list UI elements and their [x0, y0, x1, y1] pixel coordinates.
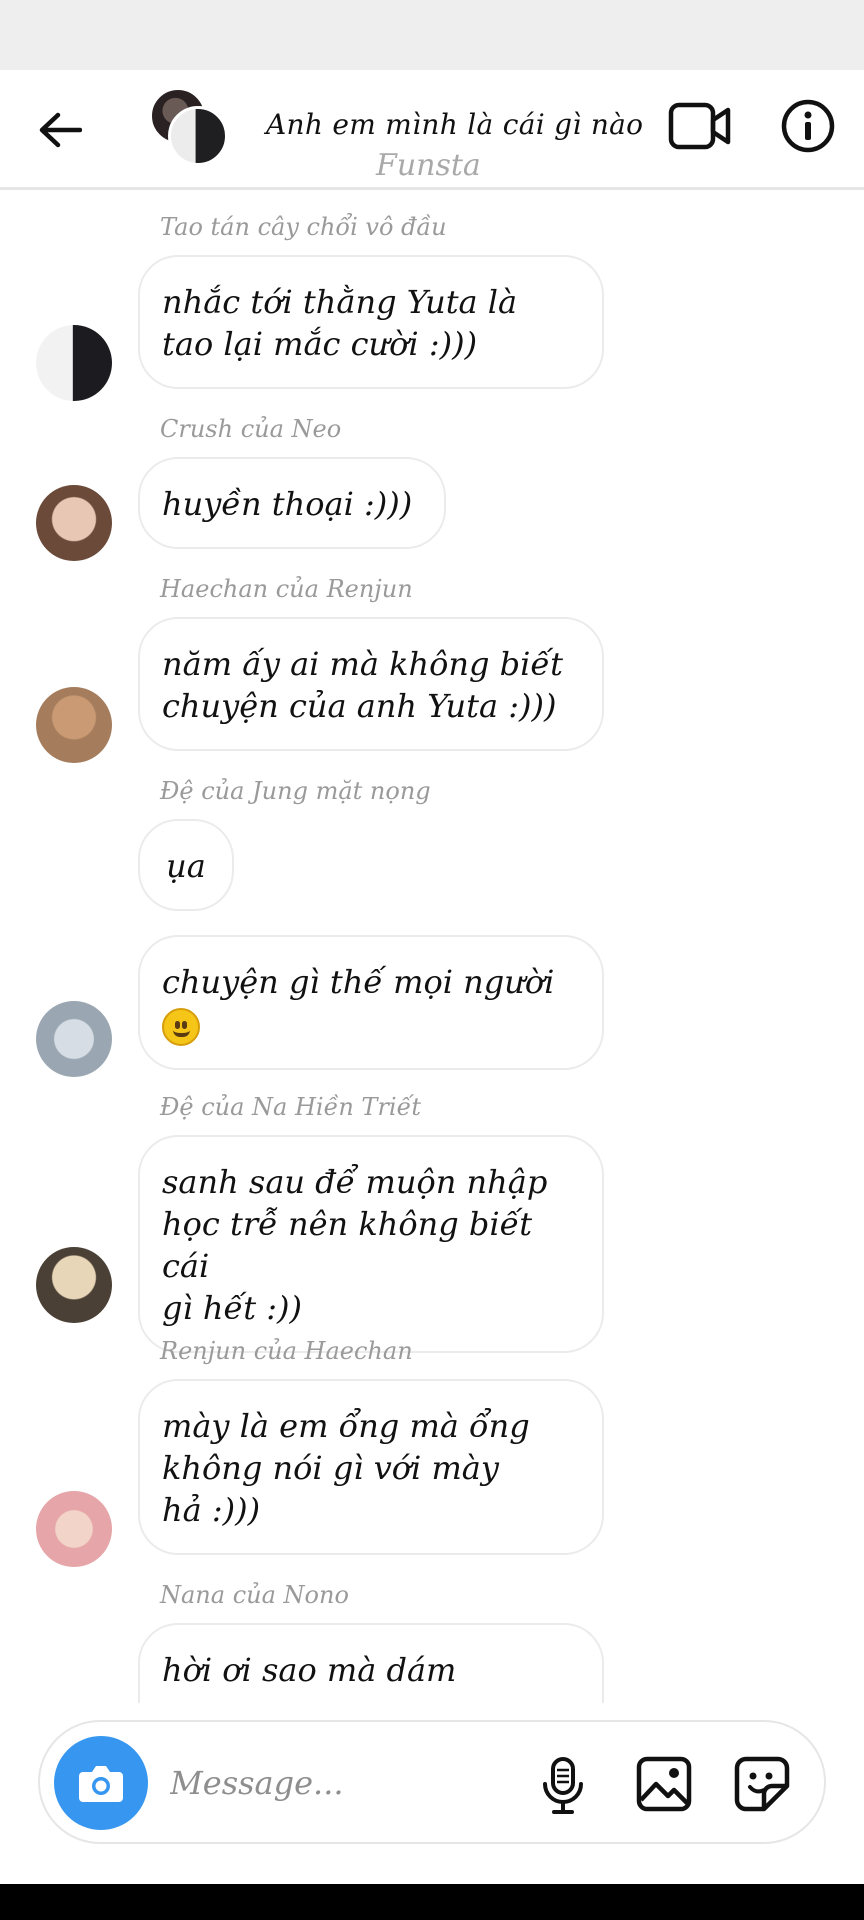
group-avatar[interactable] — [150, 88, 230, 168]
message-text: mày là em ổng mà ổng — [162, 1407, 530, 1445]
message-composer — [38, 1720, 826, 1844]
sender-avatar[interactable] — [36, 1247, 112, 1323]
group-subtitle: Funsta — [376, 148, 481, 183]
message-bubble[interactable]: sanh sau để muộn nhập học trễ nên không … — [138, 1135, 604, 1353]
image-icon — [636, 1756, 692, 1812]
message-text: huyền thoại :))) — [162, 485, 413, 523]
camera-button[interactable] — [54, 1736, 148, 1830]
message-thread[interactable]: Tao tán cây chổi vô đầu nhắc tới thằng Y… — [0, 193, 864, 1703]
message-bubble[interactable]: mày là em ổng mà ổng không nói gì với mà… — [138, 1379, 604, 1555]
video-call-button[interactable] — [668, 98, 732, 154]
message-sender: Nana của Nono — [160, 1581, 349, 1609]
message-text: không nói gì với mày — [162, 1449, 499, 1487]
info-icon — [781, 99, 835, 153]
system-navigation-bar — [0, 1884, 864, 1920]
message-sender: Haechan của Renjun — [160, 575, 413, 603]
message-sender: Đệ của Jung mặt nọng — [160, 777, 431, 805]
message-input[interactable] — [170, 1758, 470, 1808]
message-text: học trễ nên không biết cái — [162, 1205, 533, 1285]
message-text: ụa — [166, 847, 206, 885]
message-text: hả :))) — [162, 1491, 261, 1529]
sender-avatar[interactable] — [36, 325, 112, 401]
message-text: sanh sau để muộn nhập — [162, 1163, 548, 1201]
sender-avatar[interactable] — [36, 485, 112, 561]
message-text: gì hết :)) — [162, 1289, 302, 1327]
message-text: năm ấy ai mà không biết — [162, 645, 563, 683]
message-text: hời ơi sao mà dám — [162, 1651, 457, 1689]
sticker-button[interactable] — [734, 1756, 790, 1812]
status-bar — [0, 0, 864, 70]
gallery-button[interactable] — [636, 1756, 692, 1812]
message-sender: Renjun của Haechan — [160, 1337, 413, 1365]
message-sender: Đệ của Na Hiền Triết — [160, 1093, 421, 1121]
info-button[interactable] — [780, 98, 836, 154]
message-sender: Crush của Neo — [160, 415, 342, 443]
message-text: chuyện gì thế mọi người — [162, 963, 555, 1001]
sender-avatar[interactable] — [36, 687, 112, 763]
message-bubble[interactable]: chuyện gì thế mọi người — [138, 935, 604, 1070]
message-bubble[interactable]: huyền thoại :))) — [138, 457, 446, 549]
grinning-face-emoji-icon — [162, 1007, 200, 1046]
sender-avatar[interactable] — [36, 1491, 112, 1567]
message-sender: Tao tán cây chổi vô đầu — [160, 213, 447, 241]
video-camera-icon — [668, 102, 731, 150]
camera-icon — [79, 1766, 123, 1802]
microphone-icon — [543, 1757, 583, 1814]
message-text: nhắc tới thằng Yuta là — [162, 283, 518, 321]
message-text: tao lại mắc cười :))) — [162, 325, 478, 363]
message-bubble[interactable]: ụa — [138, 819, 234, 911]
voice-message-button[interactable] — [538, 1756, 588, 1816]
chat-header: Anh em mình là cái gì nào Funsta — [0, 70, 864, 190]
message-bubble[interactable]: nhắc tới thằng Yuta là tao lại mắc cười … — [138, 255, 604, 389]
group-title[interactable]: Anh em mình là cái gì nào — [266, 108, 643, 141]
message-bubble[interactable]: năm ấy ai mà không biết chuyện của anh Y… — [138, 617, 604, 751]
message-bubble[interactable]: hời ơi sao mà dám — [138, 1623, 604, 1703]
arrow-left-icon — [39, 112, 82, 148]
sender-avatar[interactable] — [36, 1001, 112, 1077]
back-button[interactable] — [30, 100, 90, 160]
message-text: chuyện của anh Yuta :))) — [162, 687, 557, 725]
group-avatar-member-2 — [168, 106, 228, 166]
sticker-icon — [734, 1756, 790, 1812]
